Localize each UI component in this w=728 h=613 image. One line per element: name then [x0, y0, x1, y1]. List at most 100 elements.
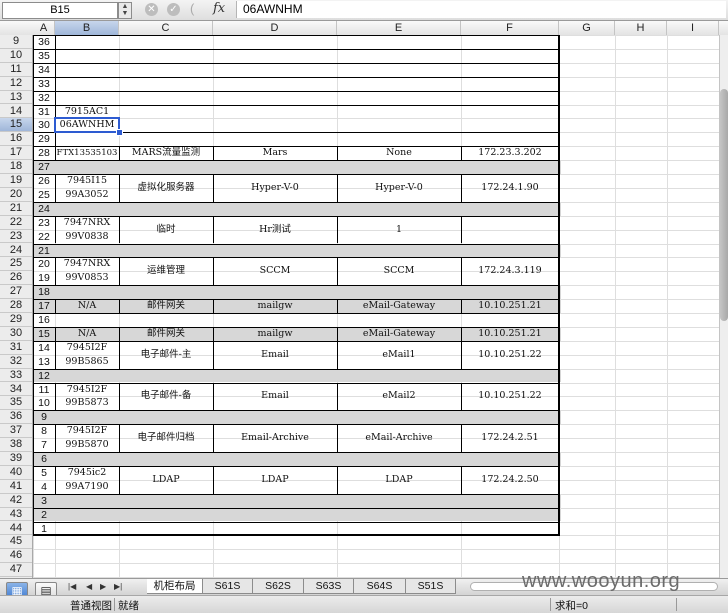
serial-cell[interactable]: 99B5873 — [55, 397, 119, 410]
row-header-20[interactable]: 20 — [0, 188, 32, 202]
function-cell[interactable]: MARS流量监测 — [119, 147, 213, 160]
server-name-cell[interactable]: eMail-Gateway — [337, 300, 461, 313]
ip-address-cell[interactable]: 172.24.1.90 — [461, 182, 559, 194]
row-header-38[interactable]: 38 — [0, 438, 32, 452]
row-header-28[interactable]: 28 — [0, 299, 32, 313]
server-name-cell[interactable]: SCCM — [337, 265, 461, 277]
ip-address-cell[interactable]: 10.10.251.21 — [461, 328, 559, 341]
formula-input[interactable]: 06AWNHM — [236, 1, 726, 18]
hostname-cell[interactable]: SCCM — [213, 265, 337, 277]
function-cell[interactable]: 临时 — [119, 224, 213, 236]
row-header-17[interactable]: 17 — [0, 146, 32, 161]
worksheet-grid[interactable]: 36 35 34 33 32 31 30 29 28 27 26 25 24 23 22 21 20 19 18 17… — [33, 35, 719, 580]
serial-cell[interactable]: 99B5870 — [55, 439, 119, 452]
row-header-23[interactable]: 23 — [0, 230, 32, 244]
server-name-cell[interactable]: eMail2 — [337, 390, 461, 402]
row-header-41[interactable]: 41 — [0, 480, 32, 494]
prev-sheet-icon[interactable]: ◀ — [86, 580, 92, 594]
row-header-47[interactable]: 47 — [0, 563, 32, 578]
row-header-31[interactable]: 31 — [0, 341, 32, 355]
column-header-d[interactable]: D — [213, 21, 337, 35]
row-header-19[interactable]: 19 — [0, 174, 32, 188]
ip-address-cell[interactable]: 10.10.251.22 — [461, 349, 559, 361]
device-id-cell[interactable]: 7947NRX — [55, 258, 119, 271]
function-icon[interactable]: fx — [213, 1, 225, 16]
column-header-f[interactable]: F — [461, 21, 559, 35]
ip-address-cell[interactable]: 172.24.2.50 — [461, 474, 559, 486]
row-header-46[interactable]: 46 — [0, 549, 32, 564]
server-name-cell[interactable]: eMail-Gateway — [337, 328, 461, 341]
device-id-cell[interactable]: N/A — [55, 300, 119, 313]
next-sheet-icon[interactable]: ▶ — [100, 580, 106, 594]
row-header-42[interactable]: 42 — [0, 494, 32, 508]
device-id-cell[interactable]: 7945ic2 — [55, 467, 119, 480]
fill-handle[interactable] — [116, 129, 123, 137]
server-name-cell[interactable]: 1 — [337, 224, 461, 236]
hostname-cell[interactable]: LDAP — [213, 474, 337, 486]
function-cell[interactable]: 电子邮件-主 — [119, 349, 213, 361]
row-header-32[interactable]: 32 — [0, 355, 32, 369]
confirm-icon[interactable]: ✓ — [167, 3, 180, 16]
hostname-cell[interactable]: Hyper-V-0 — [213, 182, 337, 194]
hostname-cell[interactable]: Email — [213, 390, 337, 402]
row-header-44[interactable]: 44 — [0, 522, 32, 536]
column-header-b[interactable]: B — [55, 21, 119, 35]
name-box[interactable]: B15 — [2, 2, 118, 19]
row-header-29[interactable]: 29 — [0, 313, 32, 327]
row-header-22[interactable]: 22 — [0, 216, 32, 230]
server-name-cell[interactable]: None — [337, 147, 461, 160]
serial-cell[interactable]: 99B5865 — [55, 356, 119, 369]
device-id-cell[interactable]: 7945I2F — [55, 342, 119, 355]
hostname-cell[interactable]: Mars — [213, 147, 337, 160]
row-header-36[interactable]: 36 — [0, 410, 32, 425]
device-id-cell[interactable]: 7947NRX — [55, 217, 119, 230]
row-header-15[interactable]: 15 — [0, 118, 32, 133]
function-cell[interactable]: 虚拟化服务器 — [119, 182, 213, 194]
hostname-cell[interactable]: Email — [213, 349, 337, 361]
column-header-c[interactable]: C — [119, 21, 213, 35]
row-header-43[interactable]: 43 — [0, 508, 32, 522]
row-header-9[interactable]: 9 — [0, 35, 32, 49]
device-id-cell[interactable]: 7945I2F — [55, 384, 119, 397]
serial-cell[interactable]: 99A3052 — [55, 189, 119, 202]
cancel-icon[interactable]: ✕ — [145, 3, 158, 16]
hostname-cell[interactable]: mailgw — [213, 328, 337, 341]
function-cell[interactable]: 邮件网关 — [119, 328, 213, 341]
ip-address-cell[interactable]: 10.10.251.21 — [461, 300, 559, 313]
ip-address-cell[interactable]: 10.10.251.22 — [461, 390, 559, 402]
row-header-45[interactable]: 45 — [0, 535, 32, 550]
sheet-tab[interactable]: S61S — [203, 579, 253, 594]
device-id-cell[interactable]: FTX13535103 — [55, 147, 119, 160]
sheet-tab[interactable]: 机柜布局 — [147, 579, 203, 594]
row-header-13[interactable]: 13 — [0, 91, 32, 105]
row-header-12[interactable]: 12 — [0, 77, 32, 91]
ip-address-cell[interactable]: 172.24.3.119 — [461, 265, 559, 277]
row-header-18[interactable]: 18 — [0, 160, 32, 174]
last-sheet-icon[interactable]: ▶| — [114, 580, 122, 594]
ip-address-cell[interactable]: 172.23.3.202 — [461, 147, 559, 160]
hostname-cell[interactable]: mailgw — [213, 300, 337, 313]
hostname-cell[interactable]: Email-Archive — [213, 432, 337, 444]
server-name-cell[interactable]: LDAP — [337, 474, 461, 486]
sheet-tab[interactable]: S63S — [304, 579, 354, 594]
serial-cell[interactable]: 99V0838 — [55, 231, 119, 244]
row-header-39[interactable]: 39 — [0, 452, 32, 466]
row-header-34[interactable]: 34 — [0, 383, 32, 397]
server-name-cell[interactable]: Hyper-V-0 — [337, 182, 461, 194]
row-header-33[interactable]: 33 — [0, 369, 32, 383]
sheet-tab[interactable]: S64S — [354, 579, 406, 594]
row-header-16[interactable]: 16 — [0, 132, 32, 147]
row-header-40[interactable]: 40 — [0, 466, 32, 480]
row-header-30[interactable]: 30 — [0, 327, 32, 341]
first-sheet-icon[interactable]: |◀ — [68, 580, 76, 594]
vertical-scrollbar[interactable] — [719, 35, 728, 580]
column-header-e[interactable]: E — [337, 21, 461, 35]
function-cell[interactable]: LDAP — [119, 474, 213, 486]
row-header-10[interactable]: 10 — [0, 49, 32, 63]
ip-address-cell[interactable]: 172.24.2.51 — [461, 432, 559, 444]
vertical-scrollbar-thumb[interactable] — [720, 89, 728, 321]
serial-cell[interactable]: 99V0853 — [55, 272, 119, 285]
row-header-26[interactable]: 26 — [0, 271, 32, 286]
column-header-a[interactable]: A — [33, 21, 55, 35]
serial-cell[interactable]: 99A7190 — [55, 481, 119, 494]
